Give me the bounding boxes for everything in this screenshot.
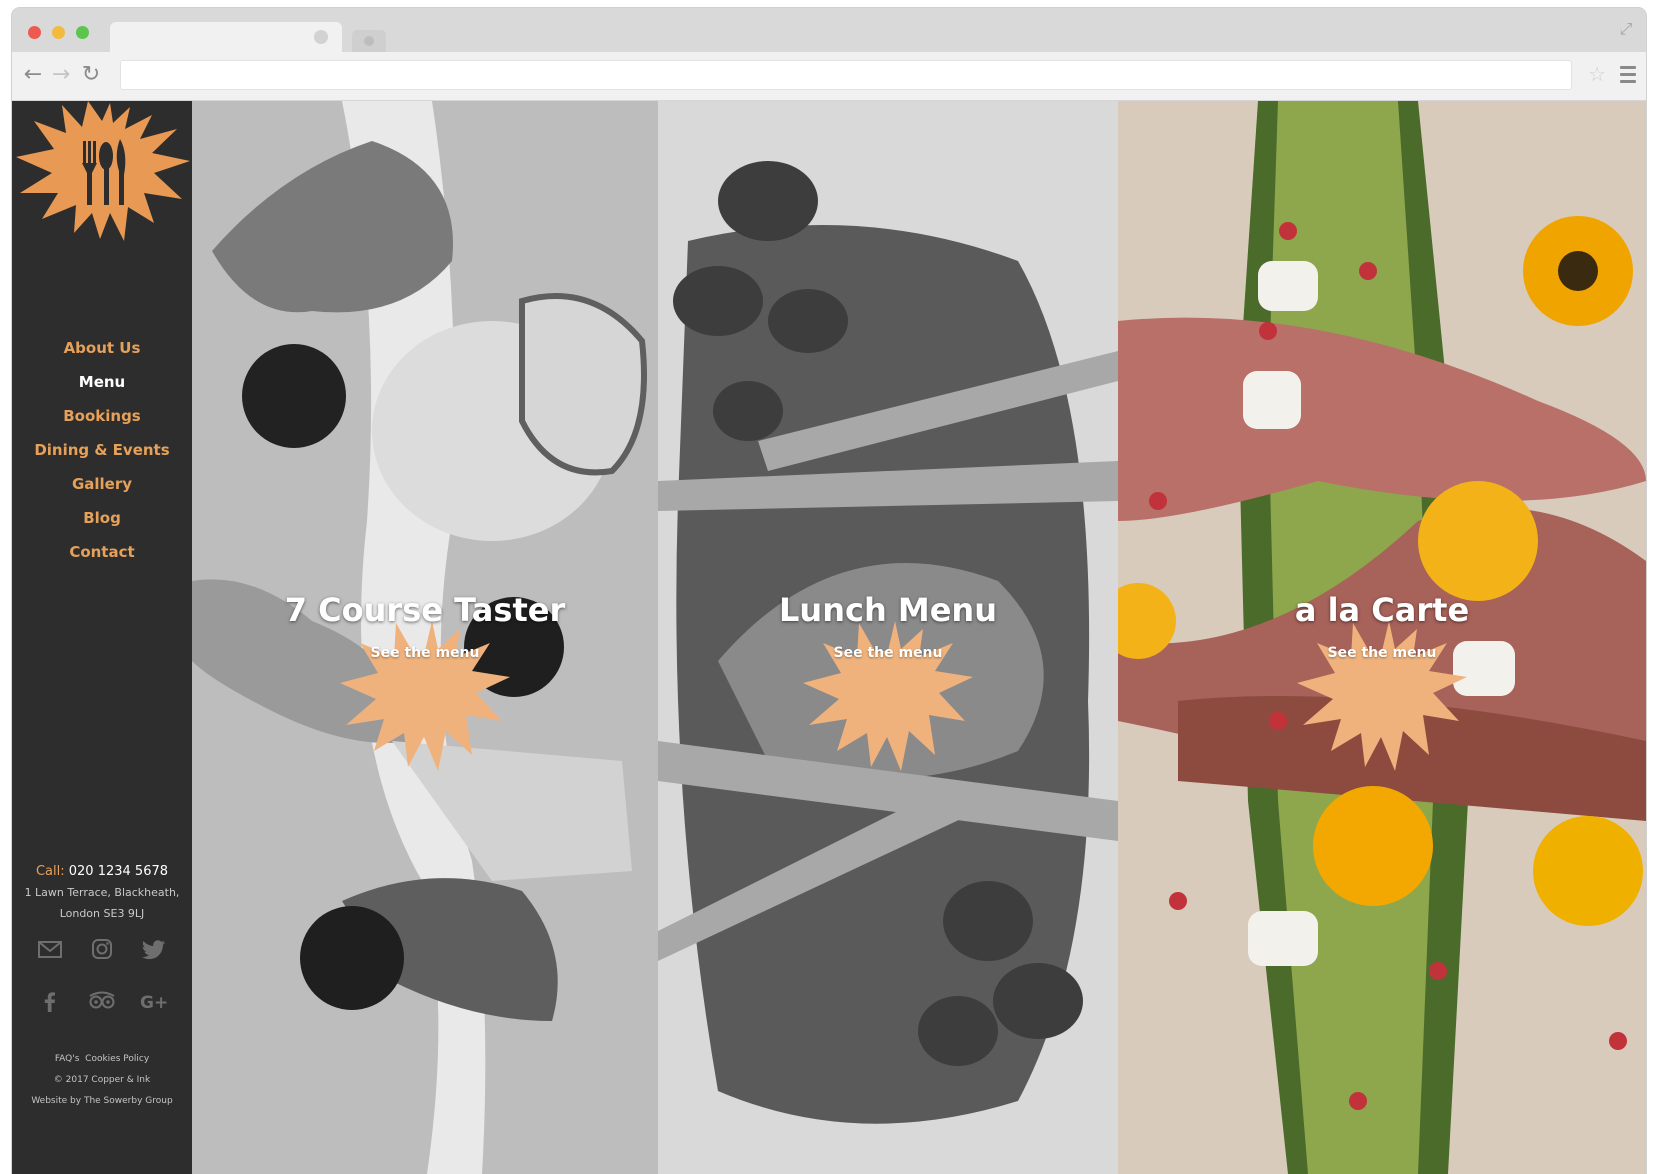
nav-contact[interactable]: Contact xyxy=(12,535,192,569)
browser-menu-icon[interactable] xyxy=(1620,66,1636,84)
browser-window: ⤢ ← → ↻ ☆ About Us Menu Bookings Dining … xyxy=(12,8,1646,1174)
nav-menu[interactable]: Menu xyxy=(12,365,192,399)
paint-splash-icon xyxy=(340,621,510,771)
browser-toolbar: ← → ↻ ☆ xyxy=(12,52,1646,101)
new-tab-icon xyxy=(364,36,374,46)
see-the-menu-link[interactable]: See the menu xyxy=(658,645,1118,661)
logo-splash-icon xyxy=(16,101,190,241)
instagram-icon[interactable] xyxy=(84,931,120,967)
call-label: Call: xyxy=(35,864,65,879)
svg-text:G+: G+ xyxy=(140,993,168,1013)
email-icon[interactable] xyxy=(32,931,68,967)
new-tab-button[interactable] xyxy=(352,30,386,52)
page-viewport: About Us Menu Bookings Dining & Events G… xyxy=(12,101,1646,1174)
close-window-button[interactable] xyxy=(28,26,41,39)
nav-bookings[interactable]: Bookings xyxy=(12,399,192,433)
website-credit-link[interactable]: Website by The Sowerby Group xyxy=(31,1096,172,1106)
forward-button[interactable]: → xyxy=(48,61,74,89)
paint-splash-icon xyxy=(803,621,973,771)
main-nav: About Us Menu Bookings Dining & Events G… xyxy=(12,331,192,569)
see-the-menu-link[interactable]: See the menu xyxy=(1118,645,1646,661)
sidebar-footer: FAQ's Cookies Policy © 2017 Copper & Ink… xyxy=(12,1049,192,1112)
tripadvisor-icon[interactable] xyxy=(84,983,120,1019)
minimize-window-button[interactable] xyxy=(52,26,65,39)
sidebar: About Us Menu Bookings Dining & Events G… xyxy=(12,101,192,1174)
bookmark-star-icon[interactable]: ☆ xyxy=(1588,62,1606,86)
fullscreen-icon[interactable]: ⤢ xyxy=(1616,20,1636,40)
phone-number: 020 1234 5678 xyxy=(68,864,169,879)
nav-blog[interactable]: Blog xyxy=(12,501,192,535)
google-plus-icon[interactable]: G+ xyxy=(136,983,172,1019)
faqs-link[interactable]: FAQ's xyxy=(55,1054,80,1064)
browser-tab-bar: ⤢ xyxy=(12,8,1646,54)
address-line-1: 1 Lawn Terrace, Blackheath, xyxy=(24,886,180,899)
contact-block: Call: 020 1234 5678 1 Lawn Terrace, Blac… xyxy=(12,862,192,924)
see-the-menu-link[interactable]: See the menu xyxy=(192,645,658,661)
tab-close-icon[interactable] xyxy=(314,30,328,44)
menu-panel-a-la-carte[interactable]: a la Carte See the menu xyxy=(1118,101,1646,1174)
panel-title: 7 Course Taster xyxy=(284,591,566,629)
address-bar[interactable] xyxy=(120,60,1572,90)
nav-gallery[interactable]: Gallery xyxy=(12,467,192,501)
maximize-window-button[interactable] xyxy=(76,26,89,39)
address-line-2: London SE3 9LJ xyxy=(59,907,145,920)
phone-line[interactable]: Call: 020 1234 5678 xyxy=(12,862,192,882)
copyright-text: © 2017 Copper & Ink xyxy=(53,1075,151,1085)
nav-about-us[interactable]: About Us xyxy=(12,331,192,365)
panel-title: a la Carte xyxy=(1294,591,1470,629)
reload-button[interactable]: ↻ xyxy=(78,61,104,89)
site-logo[interactable] xyxy=(12,101,192,246)
paint-splash-icon xyxy=(1297,621,1467,771)
menu-panel-7-course-taster[interactable]: 7 Course Taster See the menu xyxy=(192,101,658,1174)
menu-panel-lunch-menu[interactable]: Lunch Menu See the menu xyxy=(658,101,1118,1174)
nav-dining-events[interactable]: Dining & Events xyxy=(12,433,192,467)
back-button[interactable]: ← xyxy=(20,61,46,89)
twitter-icon[interactable] xyxy=(136,931,172,967)
browser-tab[interactable] xyxy=(110,22,342,54)
panel-title: Lunch Menu xyxy=(779,591,997,629)
cookies-policy-link[interactable]: Cookies Policy xyxy=(85,1054,149,1064)
facebook-icon[interactable] xyxy=(32,983,68,1019)
